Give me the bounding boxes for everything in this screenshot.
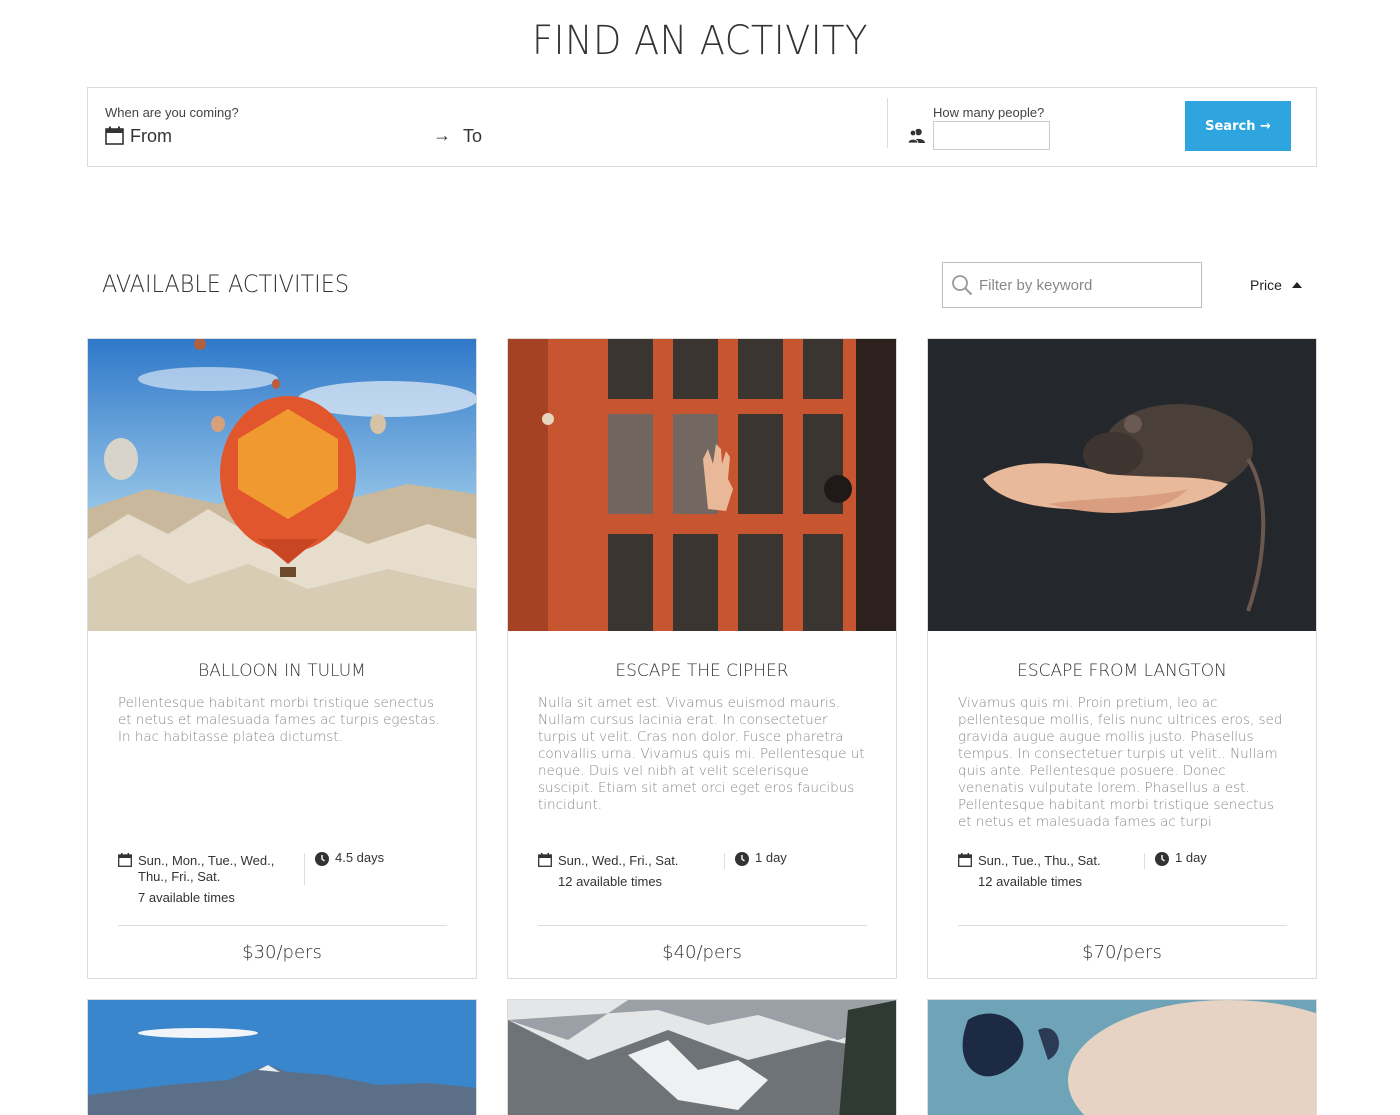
divider <box>724 853 725 869</box>
divider <box>118 925 447 926</box>
activity-days: Sun., Tue., Thu., Sat. <box>978 853 1101 868</box>
activity-title: ESCAPE FROM LANGTON <box>1017 661 1227 681</box>
activity-card[interactable]: ESCAPE FROM LANGTON Vivamus quis mi. Pro… <box>927 338 1317 979</box>
activity-description: Vivamus quis mi. Proin pretium, leo ac p… <box>958 695 1283 830</box>
section-title: AVAILABLE ACTIVITIES <box>102 270 350 298</box>
page-title: FIND AN ACTIVITY <box>532 18 868 64</box>
filter-input[interactable] <box>979 273 1189 297</box>
sort-label: Price <box>1250 277 1282 293</box>
activity-duration: 1 day <box>1175 850 1207 865</box>
people-icon <box>908 128 925 143</box>
divider <box>887 98 888 148</box>
to-date-field[interactable]: To <box>463 126 482 147</box>
clock-icon <box>735 852 749 866</box>
activity-card[interactable]: BALLOON IN TULUM Pellentesque habitant m… <box>87 338 477 979</box>
activity-days: Sun., Mon., Tue., Wed., Thu., Fri., Sat. <box>138 853 275 884</box>
people-count-input[interactable] <box>933 121 1050 150</box>
divider <box>1144 853 1145 869</box>
activity-title: BALLOON IN TULUM <box>198 661 366 681</box>
activity-image-door <box>508 339 896 631</box>
divider <box>304 853 305 885</box>
divider <box>958 925 1287 926</box>
activity-times: 12 available times <box>558 874 663 889</box>
activity-price: $40/pers <box>662 942 742 963</box>
activity-times: 7 available times <box>138 890 235 905</box>
from-date-field[interactable]: From <box>130 126 172 147</box>
activity-times: 12 available times <box>978 874 1083 889</box>
calendar-icon <box>118 853 132 867</box>
search-icon <box>952 275 973 296</box>
activity-search-bar: When are you coming? From → To How many … <box>87 87 1317 167</box>
activity-image-glacier <box>508 1000 896 1115</box>
when-label: When are you coming? <box>105 105 239 120</box>
activity-duration: 4.5 days <box>335 850 385 865</box>
keyword-filter[interactable] <box>942 262 1202 308</box>
activity-price: $70/pers <box>1082 942 1162 963</box>
activity-price: $30/pers <box>242 942 322 963</box>
activity-card[interactable] <box>927 999 1317 1115</box>
sort-by-price[interactable]: Price <box>1250 277 1302 293</box>
caret-up-icon <box>1291 282 1302 288</box>
arrow-right-icon: → <box>433 125 451 145</box>
calendar-icon <box>958 853 972 867</box>
activity-image-mountain <box>88 1000 476 1115</box>
clock-icon <box>1155 852 1169 866</box>
activity-days: Sun., Wed., Fri., Sat. <box>558 853 679 868</box>
activity-duration: 1 day <box>755 850 787 865</box>
divider <box>538 925 867 926</box>
activity-image-sky <box>928 1000 1316 1115</box>
search-button[interactable]: Search → <box>1185 101 1291 151</box>
activity-description: Nulla sit amet est. Vivamus euismod maur… <box>538 695 865 813</box>
activity-title: ESCAPE THE CIPHER <box>615 661 789 681</box>
activity-image-rat <box>928 339 1316 631</box>
activity-card[interactable] <box>87 999 477 1115</box>
people-label: How many people? <box>933 105 1045 120</box>
activity-image-balloon <box>88 339 476 631</box>
activity-card[interactable] <box>507 999 897 1115</box>
activity-description: Pellentesque habitant morbi tristique se… <box>118 695 440 745</box>
clock-icon <box>315 852 329 866</box>
calendar-icon[interactable] <box>105 126 124 145</box>
calendar-icon <box>538 853 552 867</box>
activity-card[interactable]: ESCAPE THE CIPHER Nulla sit amet est. Vi… <box>507 338 897 979</box>
